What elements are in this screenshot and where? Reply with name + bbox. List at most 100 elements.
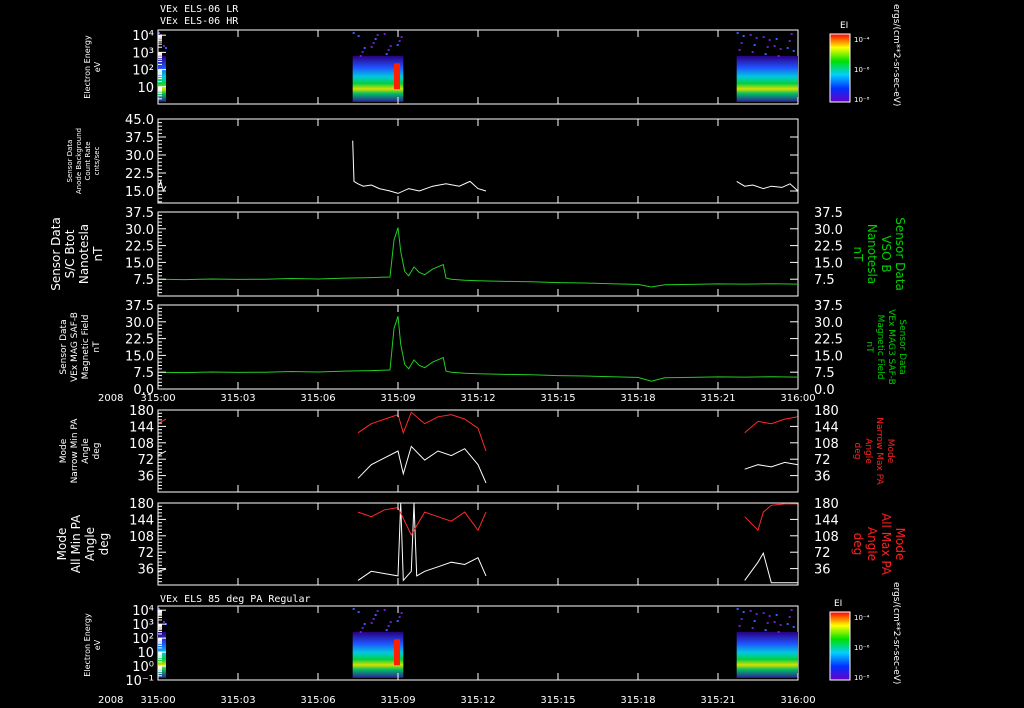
p5-ytick-label: 72 bbox=[137, 453, 154, 468]
p5-ytick-label-right: 108 bbox=[814, 437, 839, 452]
colorbar-bottom-gradient bbox=[829, 611, 851, 681]
p4-ytick-label-right: 0.0 bbox=[814, 383, 835, 398]
panel-5-traces bbox=[157, 411, 799, 484]
time-tick-label: 315:18 bbox=[620, 695, 655, 706]
p7-heat-speckle bbox=[768, 615, 771, 617]
p4-ytick-label-right: 22.5 bbox=[814, 333, 843, 348]
p6-series-line bbox=[357, 507, 487, 536]
p5-series-line bbox=[157, 450, 167, 457]
p5-ytick-label: 108 bbox=[129, 437, 154, 452]
colorbar-top-gradient bbox=[829, 33, 851, 103]
p1-heat-speckle bbox=[738, 49, 741, 51]
p6-ytick-label: 180 bbox=[129, 497, 154, 512]
time-tick-label: 316:00 bbox=[780, 393, 815, 404]
p1-heat-speckle bbox=[775, 38, 778, 40]
panel-3-label-3: Nanotesla bbox=[77, 224, 91, 284]
panel-6-label-3: Angle bbox=[83, 527, 97, 561]
panel-3-label-1: Sensor Data bbox=[49, 217, 63, 291]
p3-series-line bbox=[157, 227, 799, 288]
p2-ytick-label: 30.0 bbox=[125, 149, 154, 164]
p6-ytick-label-right: 36 bbox=[814, 563, 831, 578]
colorbar-bottom-tick-2: 10⁻⁸ bbox=[854, 674, 870, 682]
panel-5-right-label-4: deg bbox=[852, 443, 862, 460]
p6-series-line bbox=[157, 568, 167, 572]
p7-heat-speckle bbox=[357, 611, 360, 613]
p7-heat-speckle bbox=[372, 618, 375, 620]
p6-series-line bbox=[744, 551, 798, 584]
p1-heat-speckle bbox=[740, 42, 743, 44]
panel-5-right-label-1: Mode bbox=[885, 439, 895, 464]
p5-ytick-label: 36 bbox=[137, 470, 154, 485]
p1-heat-speckle bbox=[762, 36, 765, 38]
panel-4-frame bbox=[157, 304, 799, 390]
panel-6-traces bbox=[157, 502, 798, 584]
p3-ytick-label: 30.0 bbox=[125, 223, 154, 238]
p6-ytick-label: 108 bbox=[129, 530, 154, 545]
p7-ytick-label: 10² bbox=[132, 632, 154, 647]
header-line-1: VEx ELS-06 LR bbox=[160, 4, 239, 15]
panel-7-title: VEx ELS 85 deg PA Regular bbox=[160, 594, 311, 605]
time-tick-label: 315:21 bbox=[700, 695, 735, 706]
panel-4-mag-safb: 37.5 37.530.0 30.022.5 22.515.0 15.07.5 7.50.… bbox=[59, 299, 907, 398]
time-tick-label: 315:15 bbox=[540, 393, 575, 404]
p5-ytick-label-right: 72 bbox=[814, 453, 831, 468]
p7-heat-speckle bbox=[753, 620, 756, 622]
p1-heat-speckle bbox=[398, 40, 401, 42]
p1-ytick-label: 10³ bbox=[132, 46, 154, 61]
p6-ytick-label-right: 108 bbox=[814, 530, 839, 545]
p7-heat-speckle bbox=[790, 609, 793, 611]
colorbar-bottom: EI 10⁻⁴ 10⁻⁶ 10⁻⁸ ergs/(cm**2-sr-sec-eV) bbox=[829, 582, 901, 684]
p1-heat-block bbox=[736, 55, 798, 102]
p4-ytick-label-right: 30.0 bbox=[814, 316, 843, 331]
panel-3-btot: 37.5 37.530.0 30.022.5 22.515.0 15.07.5 7.5 S… bbox=[49, 206, 907, 297]
colorbar-bottom-title: EI bbox=[834, 599, 842, 609]
p5-ytick-label: 144 bbox=[129, 420, 154, 435]
p7-heat-speckle bbox=[387, 625, 390, 627]
panel-6-right-label-3: Angle bbox=[865, 527, 879, 561]
p3-ytick-label: 37.5 bbox=[125, 206, 154, 221]
p1-heat-speckle bbox=[764, 53, 767, 55]
panel-4-label-1: Sensor Data bbox=[59, 319, 69, 374]
p7-heat-speckle bbox=[352, 608, 355, 610]
p2-ytick-label: 22.5 bbox=[125, 167, 154, 182]
p7-heat-speckle bbox=[779, 624, 782, 626]
p7-heat-speckle bbox=[766, 622, 769, 624]
time-tick-label: 315:18 bbox=[620, 393, 655, 404]
plot-canvas: VEx ELS-06 LR VEx ELS-06 HR 10⁴ 10³ 10² 10 … bbox=[49, 4, 907, 706]
time-tick-label: 315:12 bbox=[460, 393, 495, 404]
p1-heat-speckle bbox=[372, 42, 375, 44]
p2-ytick-label: 37.5 bbox=[125, 131, 154, 146]
panel-6-right-label-1: Mode bbox=[893, 528, 907, 561]
time-tick-label: 315:00 bbox=[140, 695, 175, 706]
p2-series-line bbox=[736, 180, 799, 192]
panel-3-frame bbox=[157, 211, 799, 297]
panel-5-right-label-2: Narrow Max PA bbox=[874, 417, 884, 485]
p7-heat-speckle bbox=[740, 618, 743, 620]
p3-ytick-label: 22.5 bbox=[125, 240, 154, 255]
time-tick-label: 315:06 bbox=[300, 695, 335, 706]
p7-heat-speckle bbox=[773, 621, 776, 623]
p1-heat-speckle bbox=[352, 32, 355, 34]
time-axis-middle-year: 2008 bbox=[98, 393, 123, 404]
p3-ytick-label-right: 30.0 bbox=[814, 223, 843, 238]
panel-6-label-4: deg bbox=[97, 533, 111, 556]
p1-heat-speckle bbox=[383, 33, 386, 35]
p2-ytick-label: 15.0 bbox=[125, 185, 154, 200]
p7-heat-block bbox=[736, 631, 798, 678]
p4-ytick-label: 15.0 bbox=[125, 349, 154, 364]
panel-2-label-3: Count Rate bbox=[84, 141, 92, 180]
p7-heat-speckle bbox=[363, 623, 366, 625]
p1-heat-speckle bbox=[786, 47, 789, 49]
p7-heat-speckle bbox=[361, 627, 364, 629]
p7-heat-speckle bbox=[389, 621, 392, 623]
p7-heat-speckle bbox=[376, 610, 379, 612]
p3-ytick-label-right: 22.5 bbox=[814, 240, 843, 255]
p7-heat-speckle bbox=[374, 614, 377, 616]
p1-heat-speckle bbox=[777, 55, 780, 57]
colorbar-top-tick-1: 10⁻⁶ bbox=[854, 66, 870, 74]
p5-series-line bbox=[357, 445, 487, 484]
panel-3-right-label-4: nT bbox=[851, 247, 865, 263]
p4-ytick-label-right: 37.5 bbox=[814, 299, 843, 314]
panel-3-right-label-3: Nanotesla bbox=[865, 224, 879, 284]
time-tick-label: 315:15 bbox=[540, 695, 575, 706]
